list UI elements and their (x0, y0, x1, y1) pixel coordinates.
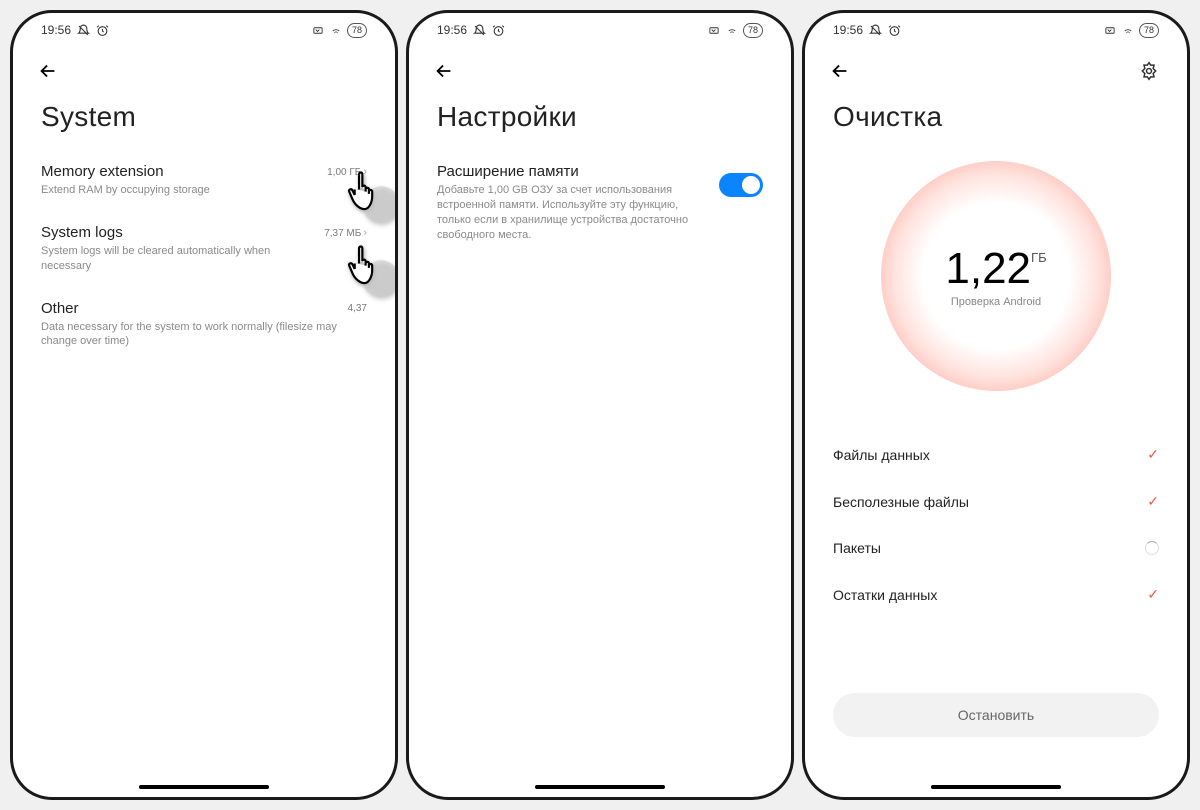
chevron-right-icon: › (363, 166, 367, 178)
home-indicator[interactable] (535, 785, 665, 789)
status-time: 19:56 (41, 23, 71, 37)
item-value: 7,37 МБ› (324, 227, 367, 239)
item-desc: Data necessary for the system to work no… (41, 320, 338, 350)
scan-row-label: Бесполезные файлы (833, 494, 969, 510)
arrow-left-icon (37, 60, 59, 82)
volume-button[interactable] (10, 193, 11, 253)
home-indicator[interactable] (139, 785, 269, 789)
volume-button-2[interactable] (10, 273, 11, 363)
scan-subtitle: Проверка Android (951, 296, 1041, 308)
phone-system: 19:56 78 System Memory extension Extend … (10, 10, 398, 800)
wifi-icon (1121, 25, 1135, 36)
power-button[interactable] (397, 233, 398, 313)
settings-button[interactable] (1135, 57, 1163, 85)
scan-row-label: Остатки данных (833, 587, 937, 603)
volume-button-2[interactable] (802, 273, 803, 363)
item-title: Расширение памяти (437, 163, 709, 180)
scan-row-residual[interactable]: Остатки данных ✓ (833, 571, 1159, 618)
status-time: 19:56 (437, 23, 467, 37)
battery-indicator: 78 (743, 23, 763, 38)
settings-list: Расширение памяти Добавьте 1,00 GB ОЗУ з… (409, 151, 791, 797)
phone-settings: 19:56 78 Настройки Расширение памяти Доб… (406, 10, 794, 800)
item-other[interactable]: Other Data necessary for the system to w… (41, 288, 367, 364)
page-title: Настройки (409, 91, 791, 151)
header (13, 43, 395, 91)
signal-icon (707, 25, 721, 36)
header (805, 43, 1187, 91)
check-icon: ✓ (1147, 493, 1159, 510)
header (409, 43, 791, 91)
alarm-icon (96, 24, 109, 37)
home-indicator[interactable] (931, 785, 1061, 789)
scan-list: Файлы данных ✓ Бесполезные файлы ✓ Пакет… (805, 421, 1187, 628)
wifi-icon (329, 25, 343, 36)
wifi-icon (725, 25, 739, 36)
battery-indicator: 78 (347, 23, 367, 38)
scan-row-label: Файлы данных (833, 447, 930, 463)
item-value: 1,00 ГБ› (327, 166, 367, 178)
item-title: Other (41, 300, 338, 317)
status-bar: 19:56 78 (805, 13, 1187, 43)
power-button[interactable] (793, 233, 794, 313)
alarm-icon (888, 24, 901, 37)
item-title: Memory extension (41, 163, 317, 180)
check-icon: ✓ (1147, 586, 1159, 603)
check-icon: ✓ (1147, 446, 1159, 463)
toggle-switch[interactable] (719, 173, 763, 197)
volume-button-2[interactable] (406, 273, 407, 363)
item-desc: System logs will be cleared automaticall… (41, 244, 314, 274)
back-button[interactable] (829, 57, 857, 85)
page-title: Очистка (805, 91, 1187, 151)
phone-cleaner: 19:56 78 Очистка 1,22ГБ Проверка Android… (802, 10, 1190, 800)
scan-row-useless-files[interactable]: Бесполезные файлы ✓ (833, 478, 1159, 525)
back-button[interactable] (433, 57, 461, 85)
item-title: System logs (41, 224, 314, 241)
item-value: 4,37 (348, 303, 367, 314)
gear-icon (1139, 61, 1159, 81)
spinner-icon (1145, 541, 1159, 555)
scan-row-label: Пакеты (833, 540, 881, 556)
stop-button[interactable]: Остановить (833, 693, 1159, 737)
scan-value: 1,22ГБ (945, 244, 1046, 294)
arrow-left-icon (433, 60, 455, 82)
volume-button[interactable] (406, 193, 407, 253)
arrow-left-icon (829, 60, 851, 82)
page-title: System (13, 91, 395, 151)
scan-ring: 1,22ГБ Проверка Android (881, 161, 1111, 391)
back-button[interactable] (37, 57, 65, 85)
signal-icon (311, 25, 325, 36)
chevron-right-icon: › (363, 227, 367, 239)
settings-list: Memory extension Extend RAM by occupying… (13, 151, 395, 797)
item-desc: Extend RAM by occupying storage (41, 183, 317, 198)
power-button[interactable] (1189, 233, 1190, 313)
alarm-icon (492, 24, 505, 37)
battery-indicator: 78 (1139, 23, 1159, 38)
bell-off-icon (869, 24, 882, 37)
item-desc: Добавьте 1,00 GB ОЗУ за счет использован… (437, 183, 709, 242)
item-system-logs[interactable]: System logs System logs will be cleared … (41, 212, 367, 288)
item-memory-extension[interactable]: Memory extension Extend RAM by occupying… (41, 151, 367, 212)
item-memory-extension-toggle[interactable]: Расширение памяти Добавьте 1,00 GB ОЗУ з… (437, 151, 763, 256)
status-bar: 19:56 78 (409, 13, 791, 43)
scan-area: 1,22ГБ Проверка Android (805, 151, 1187, 421)
scan-row-data-files[interactable]: Файлы данных ✓ (833, 431, 1159, 478)
scan-unit: ГБ (1031, 250, 1047, 265)
scan-row-packages[interactable]: Пакеты (833, 525, 1159, 571)
bell-off-icon (473, 24, 486, 37)
bell-off-icon (77, 24, 90, 37)
status-time: 19:56 (833, 23, 863, 37)
volume-button[interactable] (802, 193, 803, 253)
status-bar: 19:56 78 (13, 13, 395, 43)
signal-icon (1103, 25, 1117, 36)
